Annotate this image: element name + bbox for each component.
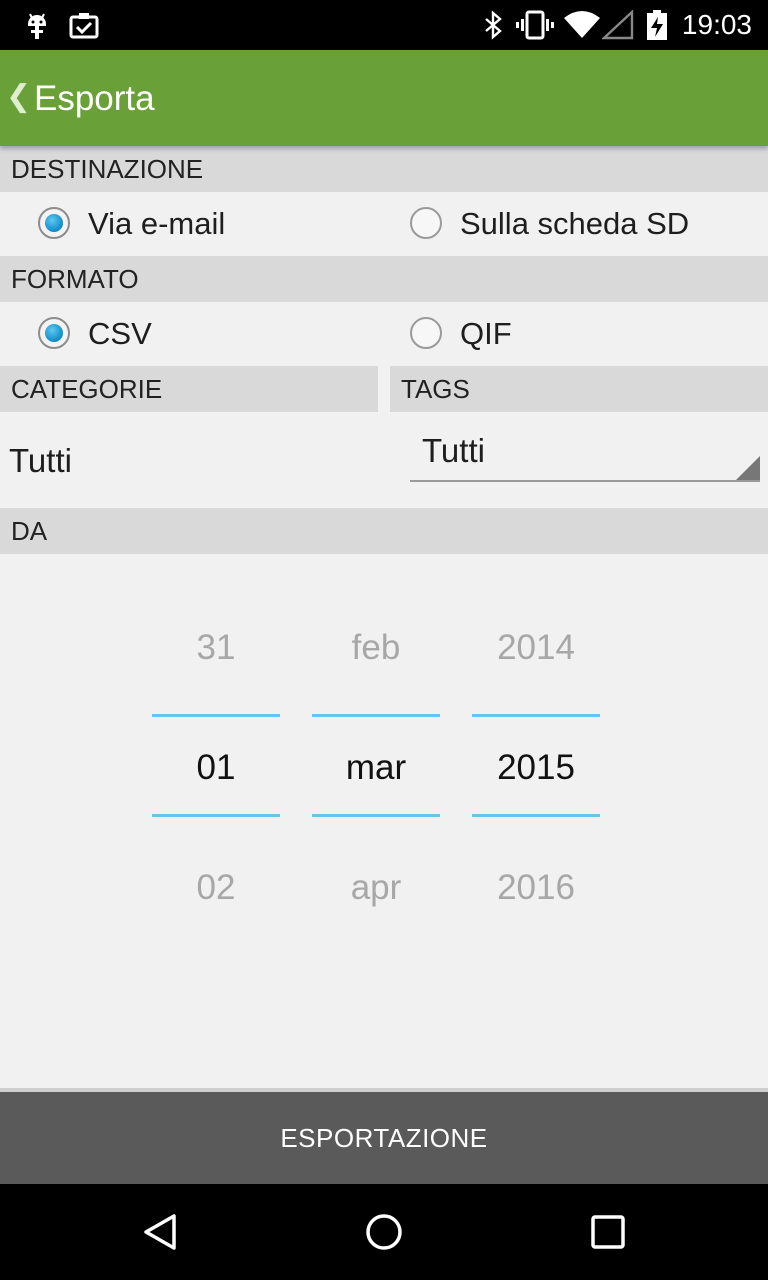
picker-day-selected[interactable]: 01 [152,746,280,790]
export-button[interactable]: ESPORTAZIONE [0,1088,768,1184]
picker-day-divider-top [152,714,280,717]
categories-header: CATEGORIE [0,366,378,412]
back-nav-icon[interactable] [140,1212,180,1252]
destination-header: DESTINAZIONE [0,146,768,192]
recents-nav-icon[interactable] [590,1214,626,1250]
tags-spinner[interactable]: Tutti [410,420,760,482]
format-header: FORMATO [0,256,768,302]
navigation-bar [0,1184,768,1280]
page-title[interactable]: Esporta [34,78,155,120]
home-nav-icon[interactable] [364,1212,404,1252]
radio-sd-card[interactable] [410,207,442,239]
radio-via-email-label[interactable]: Via e-mail [88,204,225,244]
picker-year-divider-top [472,714,600,717]
picker-month-next[interactable]: apr [312,866,440,910]
picker-day-divider-bottom [152,814,280,817]
tags-spinner-value: Tutti [422,432,485,469]
android-debug-icon [28,13,46,39]
radio-csv-label[interactable]: CSV [88,314,152,354]
back-chevron-icon[interactable]: ❮ [6,80,31,114]
wifi-icon [564,11,600,38]
signal-icon [602,10,634,40]
spinner-triangle-icon [736,456,760,480]
categories-value[interactable]: Tutti [9,440,72,482]
picker-day-next[interactable]: 02 [152,866,280,910]
status-time: 19:03 [681,9,752,40]
status-bar: 19:03 [0,0,768,50]
picker-year-prev[interactable]: 2014 [472,626,600,670]
picker-year-selected[interactable]: 2015 [472,746,600,790]
picker-month-divider-top [312,714,440,717]
picker-year-divider-bottom [472,814,600,817]
radio-via-email[interactable] [38,207,70,239]
vibrate-icon [516,10,554,40]
picker-month-selected[interactable]: mar [312,746,440,790]
picker-day-prev[interactable]: 31 [152,626,280,670]
radio-qif-label[interactable]: QIF [460,314,512,354]
radio-csv[interactable] [38,317,70,349]
destination-options: Via e-mail Sulla scheda SD [0,192,768,256]
picker-month-prev[interactable]: feb [312,626,440,670]
action-bar: ❮ Esporta [0,50,768,146]
format-options: CSV QIF [0,302,768,366]
clipboard-check-icon [69,13,99,39]
bluetooth-icon [485,10,502,40]
battery-charging-icon [647,10,667,40]
radio-qif[interactable] [410,317,442,349]
picker-year-next[interactable]: 2016 [472,866,600,910]
date-picker: 31 01 02 feb mar apr 2014 2015 2016 [0,554,768,1084]
from-header: DA [0,508,768,554]
picker-month-divider-bottom [312,814,440,817]
tags-header: TAGS [390,366,768,412]
radio-sd-card-label[interactable]: Sulla scheda SD [460,204,689,244]
